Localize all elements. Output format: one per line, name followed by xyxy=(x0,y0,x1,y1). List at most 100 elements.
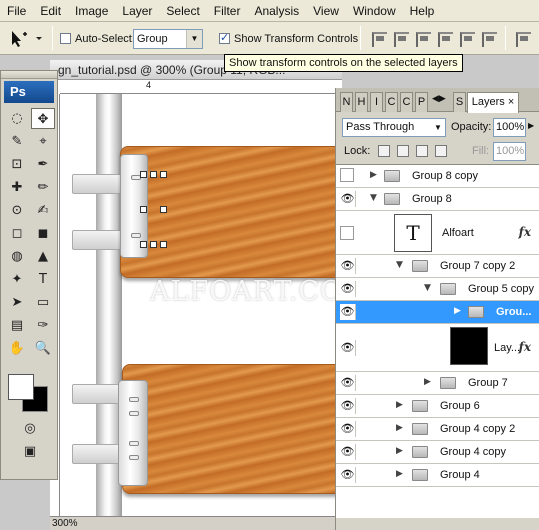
eye-icon[interactable]: 👁 xyxy=(340,304,356,320)
toolbox-grip[interactable] xyxy=(1,71,57,79)
align-vcenter-icon[interactable] xyxy=(392,30,409,47)
eye-icon[interactable]: 👁 xyxy=(340,421,356,437)
tab-styles[interactable]: S xyxy=(453,92,466,112)
align-top-icon[interactable] xyxy=(370,30,387,47)
color-sampler-tool-icon[interactable]: ✑ xyxy=(31,315,55,336)
gradient-tool-icon[interactable]: ◼ xyxy=(31,223,55,244)
history-brush-tool-icon[interactable]: ✍ xyxy=(31,200,55,221)
path-selection-tool-icon[interactable]: ➤ xyxy=(5,292,29,313)
eraser-tool-icon[interactable]: ◻ xyxy=(5,223,29,244)
zoom-level[interactable]: 300% xyxy=(52,518,78,529)
tab-navigator[interactable]: N xyxy=(340,92,353,112)
transform-handle[interactable] xyxy=(150,171,157,178)
chevron-right-icon[interactable]: ▶ xyxy=(528,121,534,130)
tab-info[interactable]: I xyxy=(370,92,383,112)
layer-row[interactable]: ▶ Group 8 copy xyxy=(336,165,539,188)
magic-wand-tool-icon[interactable]: ⌖ xyxy=(31,131,55,152)
menu-select[interactable]: Select xyxy=(159,0,206,22)
align-left-icon[interactable] xyxy=(436,30,453,47)
collapse-icon[interactable]: ▼ xyxy=(424,283,431,293)
expand-icon[interactable]: ▶ xyxy=(396,423,403,433)
shape-tool-icon[interactable]: ▭ xyxy=(31,292,55,313)
transform-handle[interactable] xyxy=(160,241,167,248)
expand-icon[interactable]: ▶ xyxy=(454,306,461,316)
transform-handle[interactable] xyxy=(140,206,147,213)
marquee-tool-icon[interactable]: ◌ xyxy=(5,108,29,129)
pen-tool-icon[interactable]: ✦ xyxy=(5,269,29,290)
menu-help[interactable]: Help xyxy=(403,0,442,22)
lock-all-icon[interactable] xyxy=(435,145,447,157)
distribute-top-icon[interactable] xyxy=(514,30,531,47)
transform-handle[interactable] xyxy=(140,241,147,248)
layer-row[interactable]: 👁 ▶ Group 6 xyxy=(336,395,539,418)
quick-mask-icon[interactable]: ◎ xyxy=(18,418,42,439)
tool-preset-picker[interactable] xyxy=(6,28,46,50)
clone-stamp-tool-icon[interactable]: ⊙ xyxy=(5,200,29,221)
move-tool-icon[interactable]: ✥ xyxy=(31,108,55,129)
fill-input[interactable]: 100% xyxy=(493,142,526,161)
menu-window[interactable]: Window xyxy=(346,0,403,22)
expand-icon[interactable]: ▶ xyxy=(424,377,431,387)
layer-row[interactable]: 👁 ▶ Group 4 xyxy=(336,464,539,487)
menu-image[interactable]: Image xyxy=(68,0,115,22)
layer-row[interactable]: 👁 ▶ Group 4 copy xyxy=(336,441,539,464)
horizontal-ruler[interactable]: 4 xyxy=(60,80,342,94)
menu-analysis[interactable]: Analysis xyxy=(247,0,306,22)
blend-mode-dropdown[interactable]: Pass Through ▼ xyxy=(342,118,446,137)
eye-icon[interactable]: 👁 xyxy=(340,398,356,414)
expand-icon[interactable]: ▶ xyxy=(370,170,377,180)
layer-row[interactable]: 👁 ▼ Group 7 copy 2 xyxy=(336,255,539,278)
visibility-toggle[interactable] xyxy=(340,226,354,240)
zoom-tool-icon[interactable]: 🔍 xyxy=(31,338,55,359)
opacity-input[interactable]: 100% xyxy=(493,118,526,137)
type-tool-icon[interactable]: T xyxy=(31,269,55,290)
align-bottom-icon[interactable] xyxy=(414,30,431,47)
transform-handle[interactable] xyxy=(150,241,157,248)
collapse-icon[interactable]: ▼ xyxy=(396,260,403,270)
fx-icon[interactable]: fx xyxy=(519,225,531,239)
eye-icon[interactable]: 👁 xyxy=(340,375,356,391)
transform-handle[interactable] xyxy=(160,171,167,178)
tab-paths[interactable]: P xyxy=(415,92,428,112)
eye-icon[interactable]: 👁 xyxy=(340,444,356,460)
transform-handle[interactable] xyxy=(140,171,147,178)
layer-row[interactable]: 👁 ▼ Group 5 copy xyxy=(336,278,539,301)
eye-icon[interactable]: 👁 xyxy=(340,281,356,297)
visibility-toggle[interactable] xyxy=(340,168,354,182)
tab-color[interactable]: C xyxy=(385,92,398,112)
collapse-icon[interactable]: ▼ xyxy=(370,193,377,203)
layer-row[interactable]: 👁 Lay... fx xyxy=(336,324,539,372)
screen-mode-icon[interactable]: ▣ xyxy=(18,441,42,462)
eyedropper-tool-icon[interactable]: ✒ xyxy=(31,154,55,175)
align-right-icon[interactable] xyxy=(480,30,497,47)
lock-position-icon[interactable] xyxy=(416,145,428,157)
brush-tool-icon[interactable]: ✏ xyxy=(31,177,55,198)
healing-brush-tool-icon[interactable]: ✚ xyxy=(5,177,29,198)
menu-file[interactable]: File xyxy=(0,0,33,22)
foreground-color[interactable] xyxy=(8,374,34,400)
crop-tool-icon[interactable]: ⊡ xyxy=(5,154,29,175)
blur-tool-icon[interactable]: ◍ xyxy=(5,246,29,267)
show-transform-checkbox[interactable] xyxy=(219,31,230,44)
close-icon[interactable]: × xyxy=(508,96,514,108)
canvas[interactable]: ALFOART.COM xyxy=(60,94,342,516)
expand-icon[interactable]: ▶ xyxy=(396,469,403,479)
menu-filter[interactable]: Filter xyxy=(207,0,248,22)
layer-row[interactable]: 👁 ▶ Group 4 copy 2 xyxy=(336,418,539,441)
eye-icon[interactable]: 👁 xyxy=(340,467,356,483)
tab-channels[interactable]: C xyxy=(400,92,413,112)
layer-row[interactable]: 👁 ▶ Group 7 xyxy=(336,372,539,395)
align-hcenter-icon[interactable] xyxy=(458,30,475,47)
dodge-tool-icon[interactable]: ▲ xyxy=(31,246,55,267)
transform-handle[interactable] xyxy=(160,206,167,213)
menu-layer[interactable]: Layer xyxy=(115,0,159,22)
lock-transparent-icon[interactable] xyxy=(378,145,390,157)
tab-histogram[interactable]: H xyxy=(355,92,368,112)
menu-edit[interactable]: Edit xyxy=(33,0,68,22)
expand-icon[interactable]: ▶ xyxy=(396,446,403,456)
notes-tool-icon[interactable]: ▤ xyxy=(5,315,29,336)
layer-row-selected[interactable]: 👁 ▶ Grou... xyxy=(336,301,539,324)
fx-icon[interactable]: fx xyxy=(519,340,531,354)
layer-row[interactable]: 👁 ▼ Group 8 xyxy=(336,188,539,211)
tab-layers[interactable]: Layers × xyxy=(467,92,519,113)
